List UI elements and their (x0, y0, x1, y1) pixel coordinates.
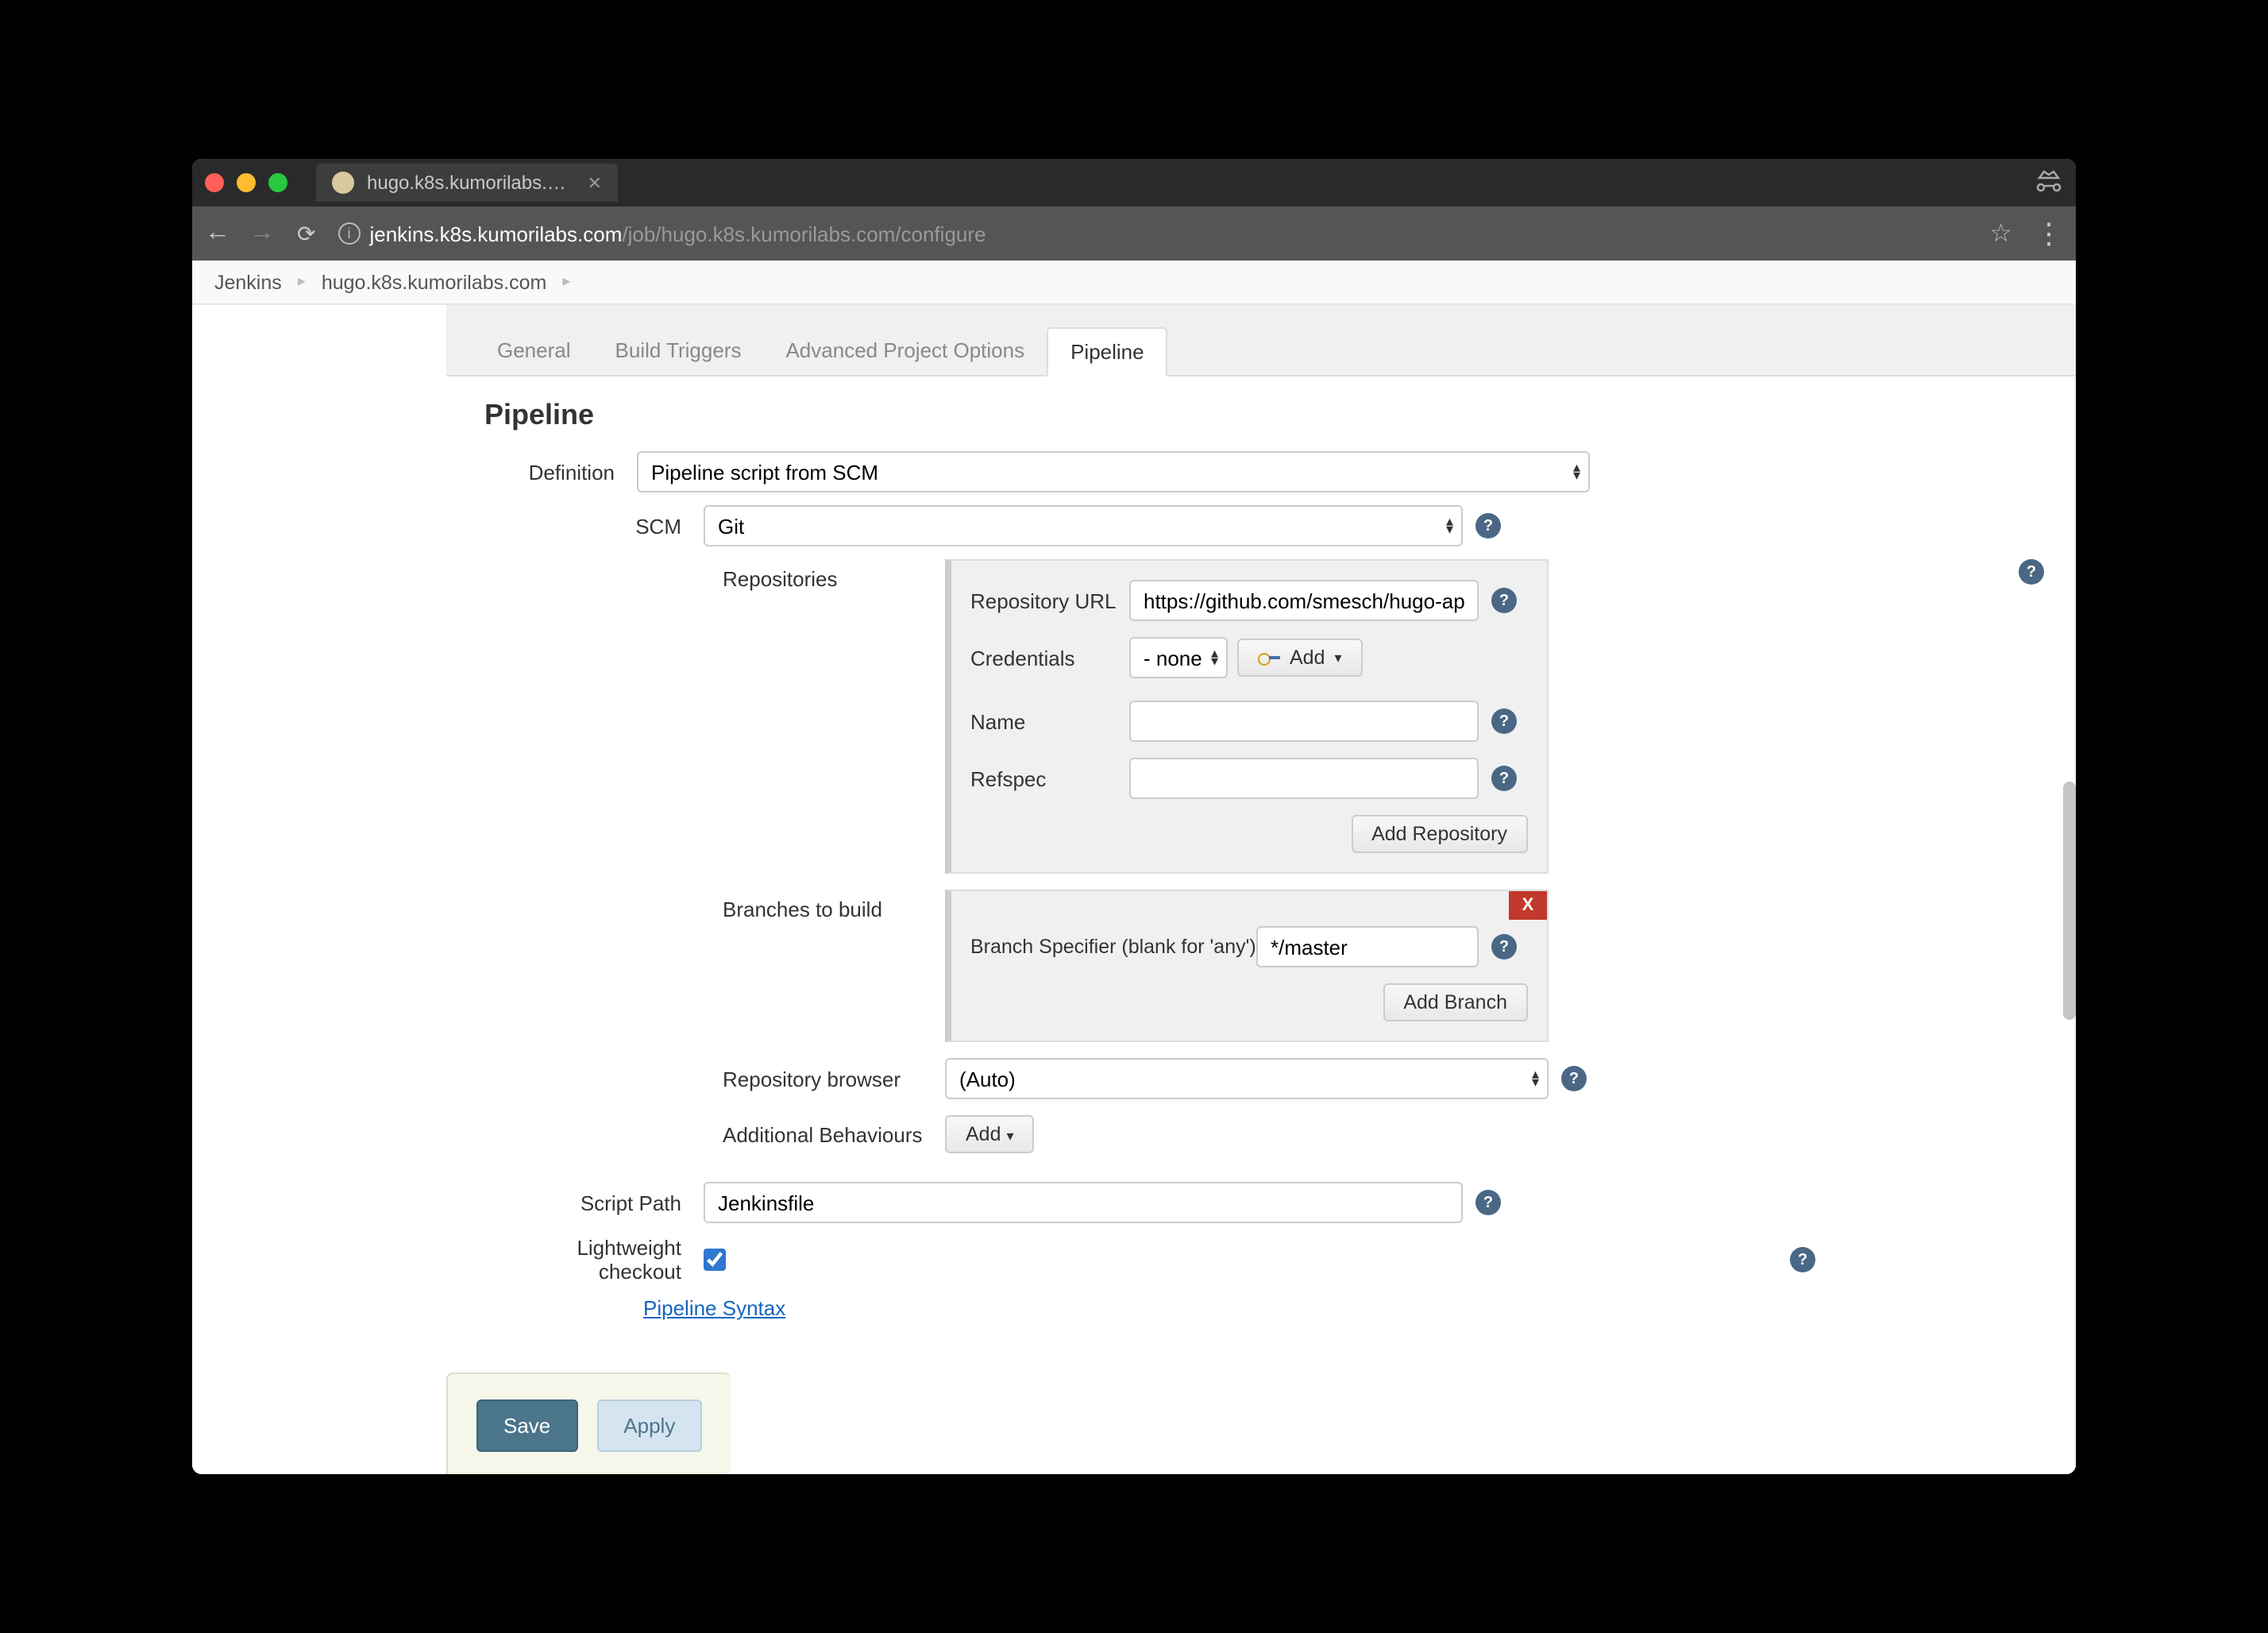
help-icon[interactable]: ? (1491, 934, 1517, 959)
key-icon (1258, 651, 1280, 664)
help-icon[interactable]: ? (1491, 766, 1517, 791)
definition-select[interactable]: Pipeline script from SCM (637, 451, 1590, 492)
add-credentials-button[interactable]: Add ▾ (1237, 639, 1363, 677)
incognito-icon (2035, 169, 2063, 196)
delete-branch-button[interactable]: X (1509, 891, 1547, 920)
breadcrumb: Jenkins ▸ hugo.k8s.kumorilabs.com ▸ (192, 261, 2076, 305)
repo-browser-group: Repository browser (Auto) ▴▾ ? (723, 1058, 2038, 1099)
window-controls (205, 173, 287, 192)
repo-url-input[interactable] (1129, 580, 1479, 621)
credentials-select[interactable]: - none - (1129, 637, 1228, 678)
form-area: Pipeline Definition Pipeline script from… (446, 376, 2076, 1460)
main-panel: General Build Triggers Advanced Project … (446, 305, 2076, 1474)
definition-row: Definition Pipeline script from SCM ▴▾ (484, 451, 2038, 492)
repositories-group: Repositories Repository URL ? Credential… (723, 559, 2038, 874)
help-icon[interactable]: ? (1475, 513, 1501, 539)
help-icon[interactable]: ? (1561, 1066, 1587, 1091)
script-path-input[interactable] (704, 1182, 1463, 1223)
left-gutter (192, 305, 446, 1474)
scm-label: SCM (526, 514, 704, 538)
bookmark-star-icon[interactable]: ☆ (1989, 218, 2012, 249)
branch-box: X Branch Specifier (blank for 'any') ? A… (945, 890, 1549, 1042)
footer-buttons: Save Apply (446, 1372, 731, 1474)
branches-group: Branches to build X Branch Specifier (bl… (723, 890, 2038, 1042)
back-button[interactable]: ← (205, 219, 230, 248)
add-behaviour-button[interactable]: Add ▾ (945, 1115, 1035, 1153)
help-icon[interactable]: ? (2019, 559, 2044, 585)
save-button[interactable]: Save (476, 1399, 577, 1452)
site-info-icon[interactable]: i (338, 222, 360, 245)
browser-toolbar: ← → ⟳ i jenkins.k8s.kumorilabs.com/job/h… (192, 207, 2076, 261)
additional-behaviours-label: Additional Behaviours (723, 1122, 945, 1146)
minimize-window-button[interactable] (237, 173, 256, 192)
repositories-label: Repositories (723, 559, 945, 591)
repository-box: Repository URL ? Credentials - none - (945, 559, 1549, 874)
additional-behaviours-group: Additional Behaviours Add ▾ (723, 1115, 2038, 1153)
repo-browser-select[interactable]: (Auto) (945, 1058, 1549, 1099)
breadcrumb-item[interactable]: Jenkins (214, 271, 282, 293)
branch-specifier-input[interactable] (1256, 926, 1479, 967)
help-icon[interactable]: ? (1491, 708, 1517, 734)
maximize-window-button[interactable] (268, 173, 287, 192)
chevron-right-icon: ▸ (562, 273, 570, 291)
close-window-button[interactable] (205, 173, 224, 192)
forward-button[interactable]: → (249, 219, 275, 248)
add-branch-button[interactable]: Add Branch (1383, 983, 1528, 1021)
branch-specifier-label: Branch Specifier (blank for 'any') (970, 936, 1256, 958)
favicon-icon (332, 172, 354, 194)
refspec-input[interactable] (1129, 758, 1479, 799)
lightweight-checkout-label: Lightweight checkout (526, 1236, 704, 1284)
pipeline-syntax-link[interactable]: Pipeline Syntax (643, 1296, 785, 1320)
browser-window: hugo.k8s.kumorilabs.com Con ✕ ← → ⟳ i je… (192, 159, 2076, 1474)
tab-build-triggers[interactable]: Build Triggers (593, 327, 764, 375)
reload-button[interactable]: ⟳ (297, 220, 315, 247)
pipeline-syntax-row: Pipeline Syntax (643, 1296, 2038, 1320)
refspec-label: Refspec (970, 766, 1129, 790)
help-icon[interactable]: ? (1475, 1190, 1501, 1215)
script-path-row: Script Path ? (526, 1182, 2038, 1223)
lightweight-checkout-checkbox[interactable] (704, 1249, 726, 1271)
browser-tabbar: hugo.k8s.kumorilabs.com Con ✕ (192, 159, 2076, 207)
apply-button[interactable]: Apply (596, 1399, 702, 1452)
tab-pipeline[interactable]: Pipeline (1047, 327, 1168, 376)
script-path-label: Script Path (526, 1191, 704, 1214)
config-tabs: General Build Triggers Advanced Project … (446, 305, 2076, 376)
name-label: Name (970, 709, 1129, 733)
help-icon[interactable]: ? (1790, 1247, 1815, 1272)
definition-label: Definition (484, 460, 637, 484)
browser-tab[interactable]: hugo.k8s.kumorilabs.com Con ✕ (316, 164, 618, 202)
content-area: General Build Triggers Advanced Project … (192, 305, 2076, 1474)
chevron-right-icon: ▸ (298, 273, 306, 291)
section-title: Pipeline (484, 399, 2038, 432)
scm-row: SCM Git ▴▾ ? (526, 505, 2038, 546)
tab-general[interactable]: General (475, 327, 593, 375)
branches-label: Branches to build (723, 890, 945, 921)
tab-title: hugo.k8s.kumorilabs.com Con (367, 172, 575, 194)
url-path: /job/hugo.k8s.kumorilabs.com/configure (622, 222, 986, 245)
url-host: jenkins.k8s.kumorilabs.com (369, 222, 622, 245)
tab-advanced-project-options[interactable]: Advanced Project Options (763, 327, 1047, 375)
browser-menu-icon[interactable]: ⋮ (2035, 217, 2063, 250)
scm-select[interactable]: Git (704, 505, 1463, 546)
name-input[interactable] (1129, 701, 1479, 742)
breadcrumb-item[interactable]: hugo.k8s.kumorilabs.com (322, 271, 546, 293)
url-bar[interactable]: i jenkins.k8s.kumorilabs.com/job/hugo.k8… (338, 222, 1967, 245)
lightweight-checkout-row: Lightweight checkout ? (526, 1236, 2038, 1284)
scrollbar[interactable] (2063, 782, 2076, 1020)
help-icon[interactable]: ? (1491, 588, 1517, 613)
add-repository-button[interactable]: Add Repository (1351, 815, 1528, 853)
repo-url-label: Repository URL (970, 589, 1129, 612)
repo-browser-label: Repository browser (723, 1067, 945, 1091)
credentials-label: Credentials (970, 646, 1129, 670)
nav-arrows: ← → (205, 219, 275, 248)
close-tab-icon[interactable]: ✕ (588, 172, 602, 193)
